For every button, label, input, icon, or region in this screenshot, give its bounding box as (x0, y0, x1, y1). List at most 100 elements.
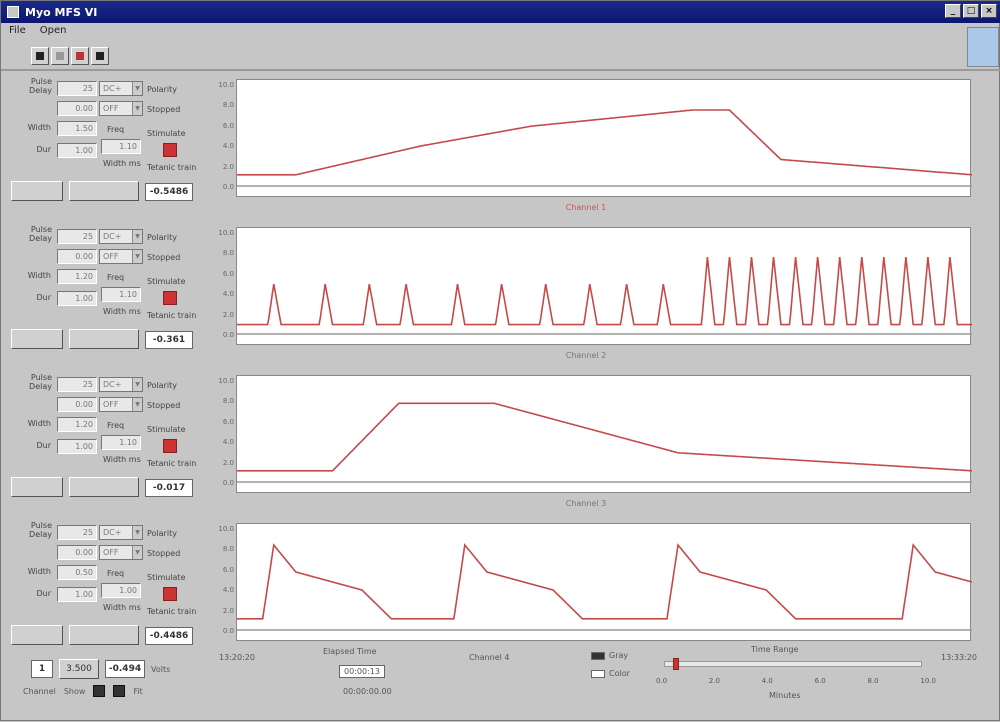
amp-input[interactable]: 25 (57, 229, 97, 244)
minimize-button[interactable]: _ (945, 4, 961, 18)
zero-button[interactable] (11, 181, 63, 201)
y-axis: 10.0 8.0 6.0 4.0 2.0 0.0 (206, 73, 236, 201)
stimulate-button[interactable] (71, 47, 89, 65)
channel-1-controls: Pulse Delay 25 DC+ ▼ Polarity 0.00 OFF ▼ S… (7, 73, 203, 215)
chevron-down-icon: ▼ (132, 102, 142, 115)
menu-open[interactable]: Open (40, 25, 67, 41)
dur-input[interactable]: 1.00 (57, 587, 97, 602)
close-button[interactable]: × (981, 4, 997, 18)
chevron-down-icon: ▼ (132, 82, 142, 95)
trace-plot[interactable] (236, 79, 972, 197)
width-input[interactable]: 0.50 (57, 565, 97, 580)
fit-checkbox[interactable] (113, 685, 126, 697)
mode-select[interactable]: OFF ▼ (99, 249, 143, 264)
channel-number-input[interactable]: 1 (31, 660, 53, 678)
slider-thumb[interactable] (672, 658, 679, 670)
amp-input[interactable]: 25 (57, 377, 97, 392)
freq-select-value: DC+ (103, 380, 122, 389)
time-range-slider[interactable] (664, 658, 922, 670)
mode-select[interactable]: OFF ▼ (99, 101, 143, 116)
channel-4-controls: Pulse Delay 25 DC+ ▼ Polarity 0.00 OFF ▼ S… (7, 517, 203, 659)
y-tick-label: 6.0 (222, 417, 234, 426)
calibrate-button[interactable] (69, 477, 139, 497)
width-label: Width (27, 271, 51, 280)
zero-button[interactable] (11, 477, 63, 497)
y-tick-label: 6.0 (222, 121, 234, 130)
stimulate-indicator[interactable] (163, 143, 177, 157)
channel-value-a[interactable]: 3.500 (59, 659, 99, 679)
mode-select-value: OFF (103, 104, 119, 113)
width-input[interactable]: 1.20 (57, 417, 97, 432)
mode-select[interactable]: OFF ▼ (99, 545, 143, 560)
freq-select[interactable]: DC+ ▼ (99, 525, 143, 540)
minutes-label: Minutes (769, 691, 801, 700)
y-tick-label: 4.0 (222, 438, 234, 447)
tetanic-label: Tetanic train (147, 459, 197, 468)
width-label: Width (27, 123, 51, 132)
calibrate-button[interactable] (69, 181, 139, 201)
chevron-down-icon: ▼ (132, 526, 142, 539)
stimulate-indicator[interactable] (163, 587, 177, 601)
y-tick-label: 4.0 (222, 142, 234, 151)
maximize-button[interactable]: □ (963, 4, 979, 18)
stopped-label: Stopped (147, 549, 181, 558)
stopped-label: Stopped (147, 253, 181, 262)
y-tick-label: 0.0 (222, 183, 234, 191)
freq-input[interactable]: 1.00 (101, 583, 141, 598)
bottom-bar: 1 3.500 -0.494 Volts Channel Show Fit 13… (1, 641, 1000, 722)
y-tick-label: 2.0 (222, 458, 234, 467)
show-label: Show (63, 686, 86, 696)
delay-label: Delay (29, 382, 52, 391)
freq-select[interactable]: DC+ ▼ (99, 81, 143, 96)
trace-plot[interactable] (236, 523, 972, 641)
show-checkbox[interactable] (93, 685, 106, 697)
delay-input[interactable]: 0.00 (57, 397, 97, 412)
polarity-label: Polarity (147, 233, 177, 242)
width-input[interactable]: 1.20 (57, 269, 97, 284)
stop-icon (96, 52, 104, 60)
delay-input[interactable]: 0.00 (57, 545, 97, 560)
polarity-label: Polarity (147, 381, 177, 390)
trace-plot[interactable] (236, 227, 972, 345)
channel-label-3: Channel 3 (565, 499, 607, 508)
freq-select[interactable]: DC+ ▼ (99, 377, 143, 392)
delay-input[interactable]: 0.00 (57, 249, 97, 264)
trace-svg (237, 257, 972, 335)
mode-select[interactable]: OFF ▼ (99, 397, 143, 412)
record-button[interactable] (31, 47, 49, 65)
y-tick-label: 6.0 (222, 565, 234, 574)
calibrate-button[interactable] (69, 329, 139, 349)
color-swatch[interactable] (591, 669, 605, 678)
y-tick-label: 0.0 (222, 627, 234, 635)
dur-input[interactable]: 1.00 (57, 143, 97, 158)
pulse-label: Pulse (30, 373, 52, 382)
freq-input[interactable]: 1.10 (101, 287, 141, 302)
amp-input[interactable]: 25 (57, 81, 97, 96)
gray-swatch[interactable] (591, 651, 605, 660)
width-input[interactable]: 1.50 (57, 121, 97, 136)
stop-button[interactable] (91, 47, 109, 65)
dur-input[interactable]: 1.00 (57, 291, 97, 306)
channel-1-graph: 10.0 8.0 6.0 4.0 2.0 0.0 (206, 73, 978, 201)
y-tick-label: 6.0 (222, 269, 234, 278)
channel-display: Channel 4 (469, 653, 510, 662)
amp-input[interactable]: 25 (57, 525, 97, 540)
signal-trace (237, 543, 972, 620)
zero-button[interactable] (11, 329, 63, 349)
time-tick: 8.0 (867, 677, 879, 685)
dur-input[interactable]: 1.00 (57, 439, 97, 454)
freq-input[interactable]: 1.10 (101, 435, 141, 450)
freq-input[interactable]: 1.10 (101, 139, 141, 154)
stopped-label: Stopped (147, 105, 181, 114)
pause-button[interactable] (51, 47, 69, 65)
menu-file[interactable]: File (9, 25, 26, 41)
channel-label: Channel (23, 686, 56, 696)
freq-select[interactable]: DC+ ▼ (99, 229, 143, 244)
delay-input[interactable]: 0.00 (57, 101, 97, 116)
trace-plot[interactable] (236, 375, 972, 493)
channel-2-graph: 10.0 8.0 6.0 4.0 2.0 0.0 (206, 221, 978, 349)
stimulate-indicator[interactable] (163, 439, 177, 453)
stimulate-indicator[interactable] (163, 291, 177, 305)
main-window: Myo MFS VI _ □ × File Open Pulse Delay 2… (0, 0, 1000, 721)
pause-icon (56, 52, 64, 60)
